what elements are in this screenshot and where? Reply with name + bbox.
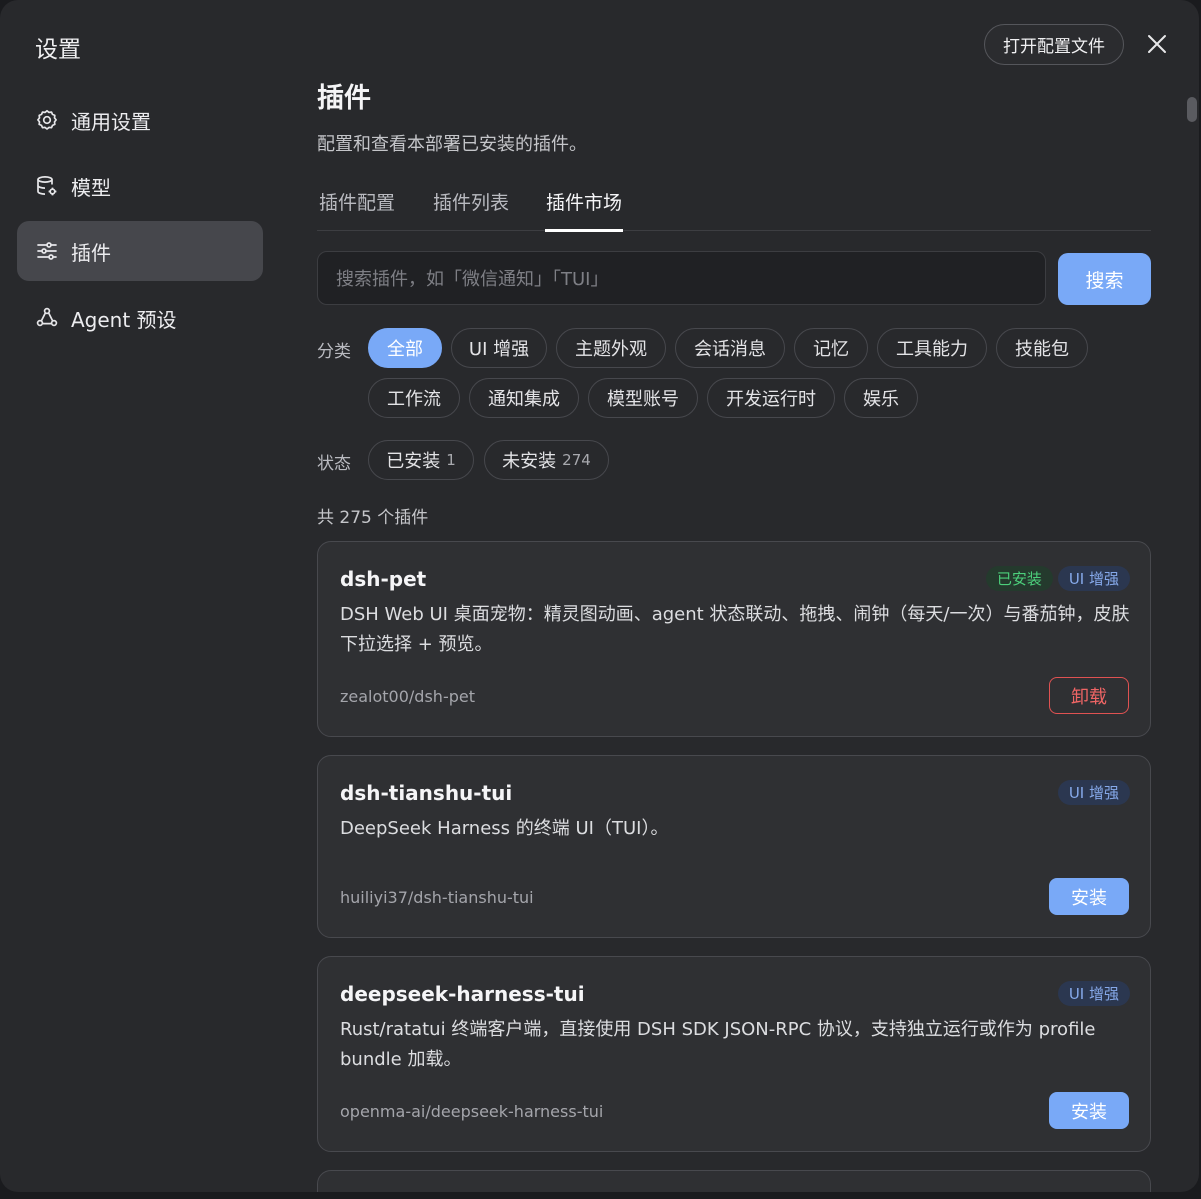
- category-label: 分类: [317, 342, 351, 362]
- plugin-card[interactable]: dsh-tianshu-tui UI 增强 DeepSeek Harness 的…: [317, 755, 1151, 938]
- install-button[interactable]: 安装: [1049, 1092, 1129, 1129]
- category-chip[interactable]: 工具能力: [877, 328, 987, 368]
- plugin-repo[interactable]: openma-ai/deepseek-harness-tui: [340, 1102, 603, 1121]
- search-input[interactable]: 搜索插件，如「微信通知」「TUI」: [317, 251, 1046, 305]
- status-chip-count: 1: [446, 451, 456, 469]
- page-subtitle: 配置和查看本部署已安装的插件。: [317, 134, 587, 155]
- category-chip-all[interactable]: 全部: [368, 328, 442, 368]
- plugin-description: DSH Web UI 桌面宠物：精灵图动画、agent 状态联动、拖拽、闹钟（每…: [340, 604, 1130, 655]
- uninstall-button[interactable]: 卸载: [1049, 677, 1129, 714]
- tab-plugin-list[interactable]: 插件列表: [432, 188, 510, 229]
- search-button[interactable]: 搜索: [1058, 253, 1151, 305]
- category-chip[interactable]: 工作流: [368, 378, 460, 418]
- category-badge: UI 增强: [1057, 981, 1130, 1006]
- gear-icon: [35, 108, 59, 132]
- status-chip-installed[interactable]: 已安装 1: [368, 440, 474, 480]
- sidebar-item-label: Agent 预设: [71, 307, 177, 332]
- scrollbar-thumb[interactable]: [1187, 97, 1197, 122]
- category-chip[interactable]: UI 增强: [451, 328, 547, 368]
- plugin-card[interactable]: dsh-pet 已安装 UI 增强 DSH Web UI 桌面宠物：精灵图动画、…: [317, 541, 1151, 737]
- category-chip[interactable]: 记忆: [794, 328, 868, 368]
- status-chip-count: 274: [562, 451, 591, 469]
- plugin-badges: UI 增强: [1057, 780, 1130, 805]
- category-badge: UI 增强: [1057, 780, 1130, 805]
- category-chip[interactable]: 开发运行时: [707, 378, 835, 418]
- status-chip-label: 已安装: [386, 451, 441, 472]
- plugin-repo[interactable]: huiliyi37/dsh-tianshu-tui: [340, 888, 534, 907]
- sidebar-item-models[interactable]: 模型: [17, 156, 263, 216]
- plugin-badges: 已安装 UI 增强: [985, 566, 1130, 591]
- category-chip[interactable]: 通知集成: [469, 378, 579, 418]
- plugin-name: deepseek-harness-tui: [340, 982, 585, 1006]
- plugin-name: dsh-pet: [340, 567, 427, 591]
- sidebar-item-label: 模型: [71, 175, 111, 200]
- status-chip-not-installed[interactable]: 未安装 274: [484, 440, 609, 480]
- tab-plugin-market[interactable]: 插件市场: [545, 188, 624, 232]
- plugin-name: dsh-tianshu-tui: [340, 781, 513, 805]
- sidebar: 设置 通用设置 模型 插件 Agent 预设: [0, 0, 280, 1192]
- sidebar-item-agent-presets[interactable]: Agent 预设: [17, 288, 263, 348]
- installed-badge: 已安装: [985, 566, 1053, 591]
- category-chip[interactable]: 会话消息: [675, 328, 785, 368]
- sidebar-item-general[interactable]: 通用设置: [17, 90, 263, 150]
- status-label: 状态: [317, 454, 351, 474]
- category-chip[interactable]: 主题外观: [556, 328, 666, 368]
- settings-window: 设置 通用设置 模型 插件 Agent 预设 打开配置文件 插件 配置和查看本部…: [0, 0, 1199, 1192]
- plugin-description: DeepSeek Harness 的终端 UI（TUI）。: [340, 818, 669, 839]
- category-chip[interactable]: 技能包: [996, 328, 1088, 368]
- status-chip-label: 未安装: [502, 451, 557, 472]
- sliders-icon: [35, 239, 59, 263]
- plugin-repo[interactable]: zealot00/dsh-pet: [340, 687, 475, 706]
- plugin-card[interactable]: [317, 1170, 1151, 1192]
- category-badge: UI 增强: [1057, 566, 1130, 591]
- plugin-card[interactable]: deepseek-harness-tui UI 增强 Rust/ratatui …: [317, 956, 1151, 1152]
- sidebar-item-plugins[interactable]: 插件: [17, 221, 263, 281]
- main-content: 插件 配置和查看本部署已安装的插件。 插件配置 插件列表 插件市场 搜索插件，如…: [317, 0, 1151, 1192]
- plugin-total-count: 共 275 个插件: [317, 508, 429, 528]
- category-chip[interactable]: 娱乐: [844, 378, 918, 418]
- category-chip[interactable]: 模型账号: [588, 378, 698, 418]
- app-title: 设置: [35, 37, 81, 63]
- database-gear-icon: [35, 174, 59, 198]
- sidebar-item-label: 插件: [71, 240, 111, 265]
- tab-plugin-config[interactable]: 插件配置: [318, 188, 396, 229]
- agent-nodes-icon: [35, 306, 59, 330]
- page-title: 插件: [317, 83, 371, 114]
- plugin-description: Rust/ratatui 终端客户端，直接使用 DSH SDK JSON-RPC…: [340, 1019, 1096, 1070]
- plugin-badges: UI 增强: [1057, 981, 1130, 1006]
- sidebar-item-label: 通用设置: [71, 109, 151, 134]
- install-button[interactable]: 安装: [1049, 878, 1129, 915]
- tab-bar: 插件配置 插件列表 插件市场: [317, 184, 1151, 232]
